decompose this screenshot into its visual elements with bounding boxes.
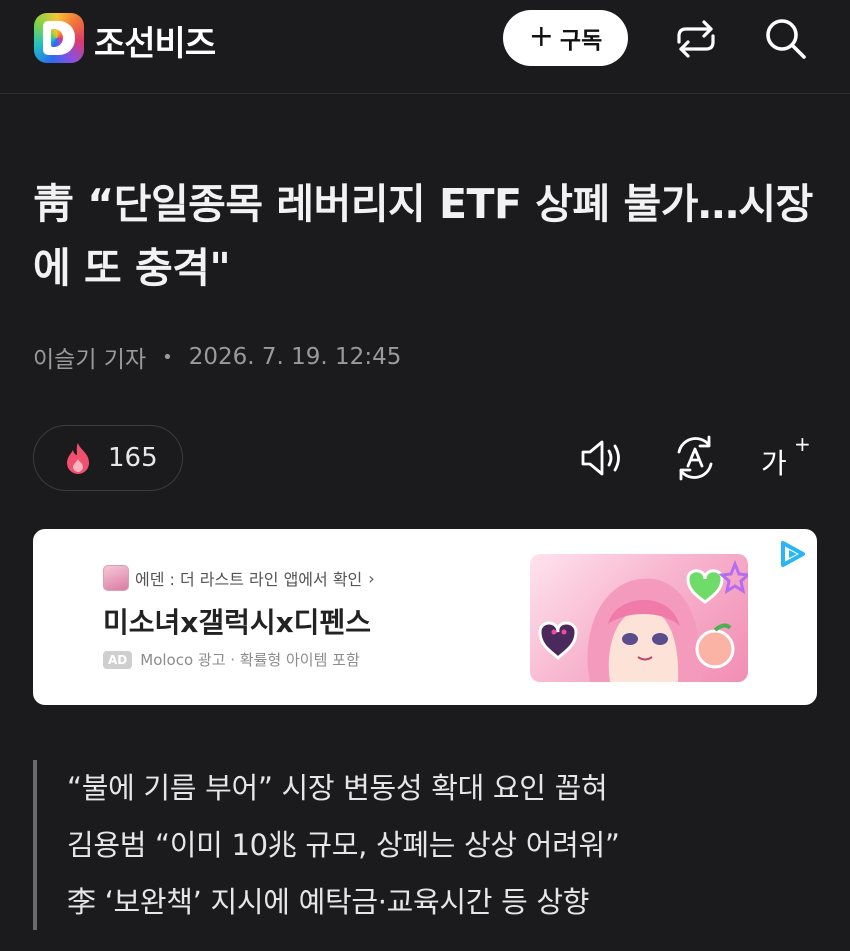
ad-banner[interactable]: 에덴 : 더 라스트 라인 앱에서 확인 › 미소녀x갤럭시x디펜스 AD Mo… — [33, 529, 817, 705]
like-count: 165 — [108, 443, 158, 473]
article-title: 靑 “단일종목 레버리지 ETF 상폐 불가…시장에 또 충격" — [33, 180, 813, 292]
chosunbiz-logo[interactable] — [34, 13, 84, 63]
plus-small-icon: + — [794, 432, 811, 456]
subscribe-button[interactable]: + 구독 — [503, 10, 628, 66]
summary-line: 李 ‘보완책’ 지시에 예탁금·교육시간 등 상향 — [67, 885, 590, 919]
summary-line: 김용범 “이미 10兆 규모, 상폐는 상상 어려워” — [67, 828, 620, 862]
plus-icon: + — [528, 19, 554, 54]
ad-badge: AD — [103, 650, 133, 669]
logo-letter-shape — [43, 21, 75, 55]
ad-source-text: 에덴 : 더 라스트 라인 앱에서 확인 — [135, 570, 363, 589]
anime-character-illustration — [538, 559, 748, 682]
ad-headline[interactable]: 미소녀x갤럭시x디펜스 — [103, 601, 371, 641]
game-app-icon — [103, 565, 129, 591]
separator-dot: • — [162, 346, 173, 368]
summary-line: “불에 기름 부어” 시장 변동성 확대 요인 꼽혀 — [67, 771, 608, 805]
ad-choices-icon[interactable] — [775, 537, 809, 571]
ad-meta-text: Moloco 광고 · 확률형 아이템 포함 — [140, 651, 360, 669]
font-size-button[interactable]: 가 + — [761, 432, 813, 484]
ad-image[interactable] — [530, 554, 748, 682]
ad-source[interactable]: 에덴 : 더 라스트 라인 앱에서 확인 › — [103, 565, 375, 591]
flame-icon — [67, 443, 89, 474]
subscribe-label: 구독 — [559, 28, 603, 54]
top-bar: 조선비즈 + 구독 — [0, 0, 850, 94]
chevron-right-icon: › — [368, 568, 375, 588]
search-icon[interactable] — [761, 14, 811, 64]
auto-translate-icon[interactable] — [669, 432, 721, 484]
byline: 이슬기 기자 • 2026. 7. 19. 12:45 — [33, 340, 401, 374]
font-size-label: 가 — [761, 447, 787, 480]
share-icon[interactable] — [671, 14, 721, 64]
author-name[interactable]: 이슬기 기자 — [33, 340, 146, 374]
like-button[interactable]: 165 — [33, 425, 183, 491]
ad-meta: AD Moloco 광고 · 확률형 아이템 포함 — [103, 649, 360, 670]
brand-name[interactable]: 조선비즈 — [94, 16, 216, 65]
publish-date: 2026. 7. 19. 12:45 — [188, 344, 402, 370]
article-summary: “불에 기름 부어” 시장 변동성 확대 요인 꼽혀 김용범 “이미 10兆 규… — [33, 760, 823, 930]
speaker-icon[interactable] — [577, 432, 629, 484]
